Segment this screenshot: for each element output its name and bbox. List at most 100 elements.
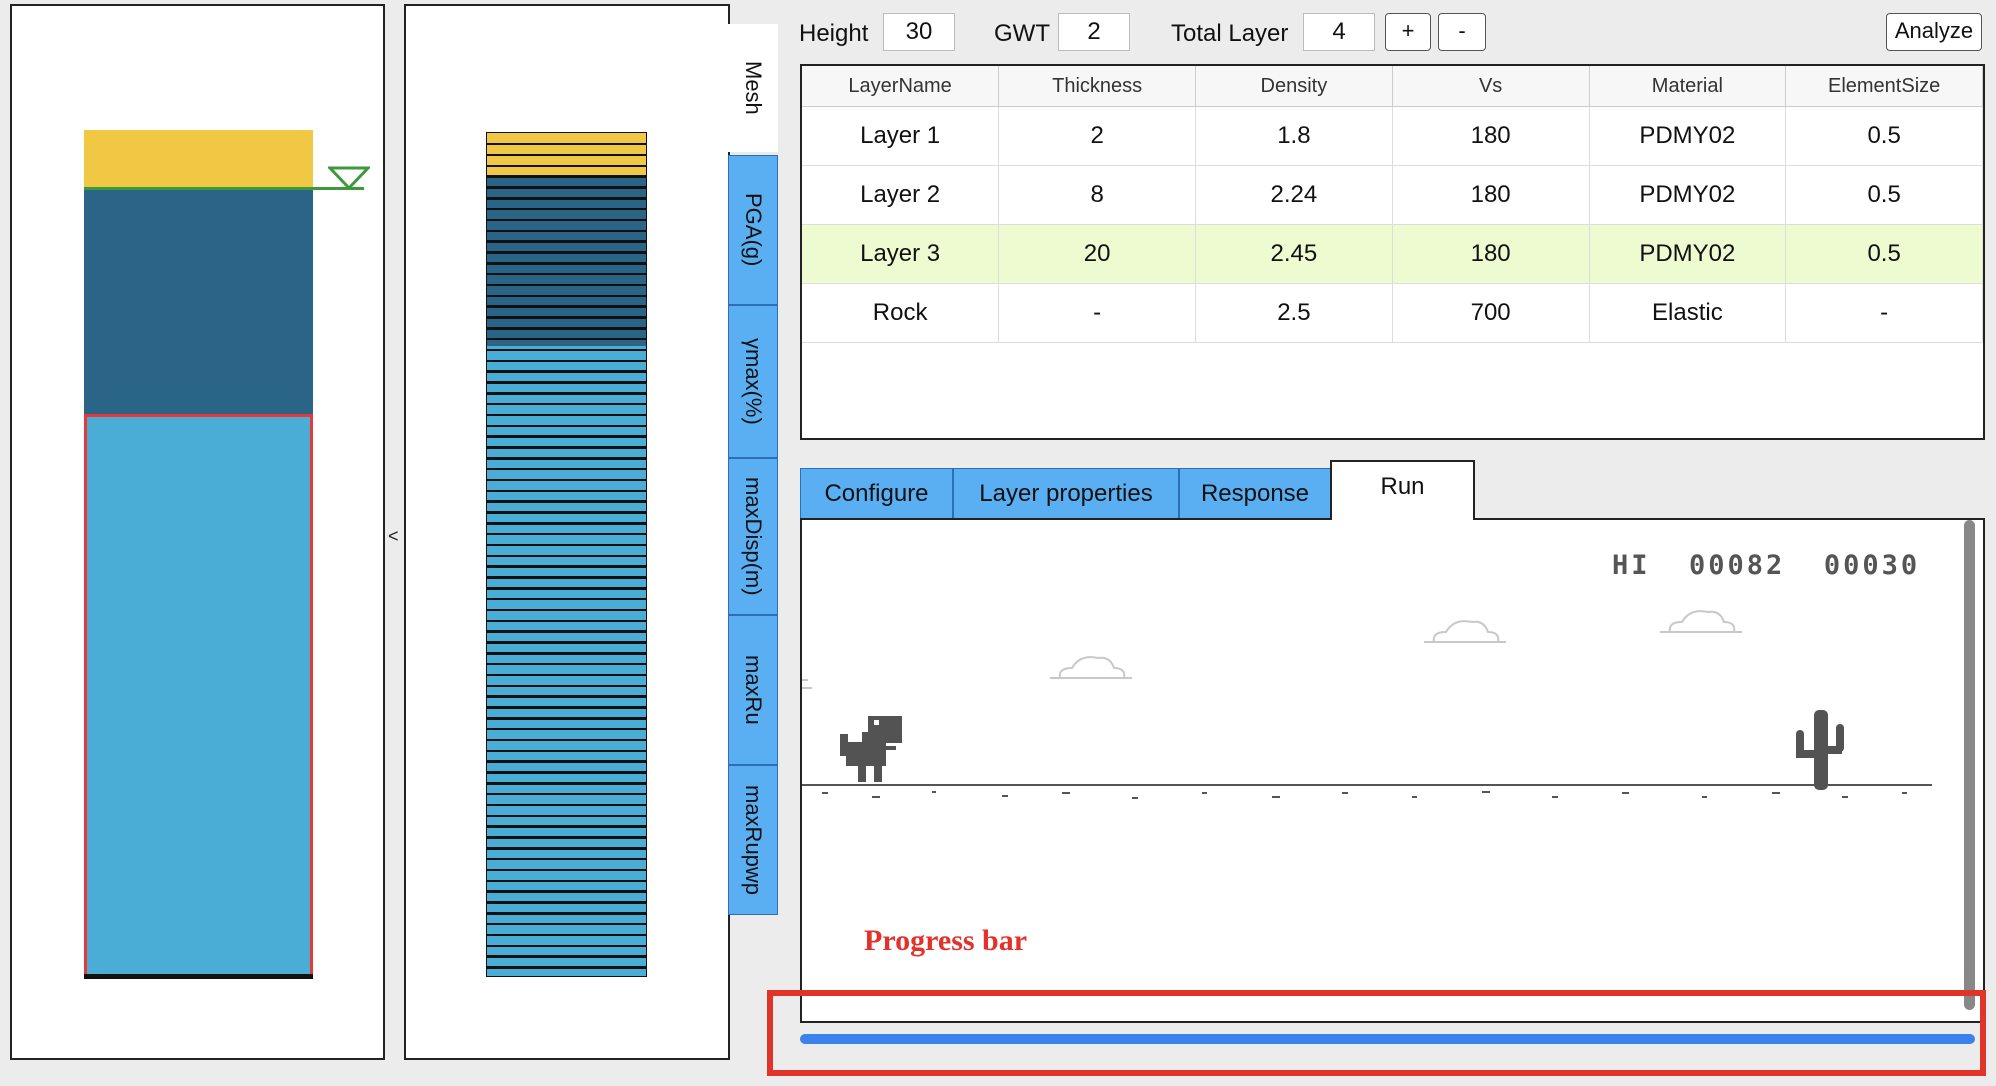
table-cell[interactable]: - [1785, 283, 1983, 343]
mesh-element-line [487, 706, 646, 709]
table-cell[interactable]: Layer 1 [802, 106, 1000, 166]
gwt-input[interactable]: 2 [1058, 13, 1130, 51]
mesh-element-line [487, 771, 646, 774]
mesh-element-line [487, 392, 646, 395]
mesh-element-line [487, 457, 646, 460]
table-row[interactable]: Rock -2.5 700 Elastic - [802, 283, 1983, 343]
mesh-element-line [487, 673, 646, 677]
column-header[interactable]: Thickness [998, 66, 1196, 107]
table-row[interactable]: Layer 1 2 1.8 180 PDMY02 0.5 [802, 106, 1983, 166]
table-cell[interactable]: 0.5 [1785, 165, 1983, 225]
table-cell[interactable]: 700 [1392, 283, 1590, 343]
mesh-element-line [487, 825, 646, 828]
tab-max-rupwp[interactable]: maxRupwp [728, 765, 778, 915]
column-header[interactable]: ElementSize [1785, 66, 1983, 107]
tab-max-disp[interactable]: maxDisp(m) [728, 458, 778, 615]
mesh-element-line [487, 511, 646, 514]
column-header[interactable]: Vs [1392, 66, 1590, 107]
mesh-element-line [487, 792, 646, 796]
mesh-element-line [487, 836, 646, 839]
table-cell[interactable]: PDMY02 [1589, 106, 1787, 166]
mesh-column [486, 132, 647, 977]
mesh-element-line [487, 966, 646, 969]
mesh-element-line [487, 435, 646, 438]
analyze-button[interactable]: Analyze [1886, 13, 1982, 51]
mesh-element-line [487, 890, 646, 893]
table-cell[interactable]: 20 [998, 224, 1196, 284]
table-row[interactable]: Layer 3 20 2.45 180 PDMY02 0.5 [802, 224, 1983, 284]
scrollbar-thumb[interactable] [1964, 520, 1975, 1010]
mesh-element-line [487, 922, 646, 926]
mesh-element-line [487, 727, 646, 731]
mesh-element-line [487, 327, 646, 330]
tab-layer-properties[interactable]: Layer properties [953, 468, 1179, 519]
add-layer-button[interactable]: + [1385, 13, 1431, 51]
mesh-element-line [487, 240, 646, 243]
table-row[interactable]: Layer 2 8 2.24 180 PDMY02 0.5 [802, 165, 1983, 225]
total-layer-input[interactable]: 4 [1303, 13, 1375, 51]
progress-annotation-box [767, 990, 1986, 1076]
tab-run[interactable]: Run [1330, 460, 1475, 520]
column-header[interactable]: LayerName [802, 66, 1000, 107]
mesh-element-line [487, 662, 646, 666]
water-table-line [84, 187, 364, 190]
gwt-label: GWT [994, 20, 1050, 47]
tab-response[interactable]: Response [1179, 468, 1331, 519]
table-cell[interactable]: PDMY02 [1589, 224, 1787, 284]
mesh-element-line [487, 576, 646, 579]
table-cell[interactable]: 180 [1392, 106, 1590, 166]
total-layer-label: Total Layer [1171, 20, 1289, 47]
soil-layer-1[interactable] [84, 130, 313, 187]
mesh-element-line [487, 857, 646, 861]
mesh-element-line [487, 814, 646, 817]
cloud-fragment-icon [802, 679, 812, 689]
mesh-element-line [487, 879, 646, 882]
table-cell[interactable]: 0.5 [1785, 224, 1983, 284]
mesh-element-line [487, 912, 646, 915]
table-cell[interactable]: 2.5 [1195, 283, 1393, 343]
table-cell[interactable]: 8 [998, 165, 1196, 225]
column-header[interactable]: Material [1589, 66, 1787, 107]
mesh-element-line [487, 197, 646, 200]
table-cell[interactable]: 180 [1392, 224, 1590, 284]
table-cell[interactable]: 2 [998, 106, 1196, 166]
tab-gamma-max[interactable]: γmax(%) [728, 305, 778, 458]
table-cell[interactable]: 180 [1392, 165, 1590, 225]
mesh-element-line [487, 229, 646, 232]
dino-icon [840, 716, 902, 782]
mesh-element-line [487, 164, 646, 167]
height-input[interactable]: 30 [883, 13, 955, 51]
mesh-element-line [487, 500, 646, 503]
remove-layer-button[interactable]: - [1438, 13, 1486, 51]
mesh-element-line [487, 402, 646, 406]
table-cell[interactable]: Layer 2 [802, 165, 1000, 225]
table-cell[interactable]: - [998, 283, 1196, 343]
soil-layer-3-selected[interactable] [84, 414, 313, 978]
mesh-element-line [487, 543, 646, 547]
mesh-element-line [487, 901, 646, 904]
tab-max-ru[interactable]: maxRu [728, 615, 778, 765]
mesh-element-line [487, 652, 646, 655]
table-cell[interactable]: 2.24 [1195, 165, 1393, 225]
height-label: Height [799, 20, 869, 47]
table-header: LayerName Thickness Density Vs Material Eleme… [802, 66, 1983, 107]
table-cell[interactable]: Rock [802, 283, 1000, 343]
cloud-icon [1050, 610, 1742, 679]
water-table-icon [328, 166, 370, 191]
table-cell[interactable]: 1.8 [1195, 106, 1393, 166]
table-cell[interactable]: Layer 3 [802, 224, 1000, 284]
mesh-element-line [487, 175, 646, 178]
mesh-element-line [487, 760, 646, 763]
tab-pga[interactable]: PGA(g) [728, 155, 778, 305]
tab-configure[interactable]: Configure [800, 468, 953, 519]
collapse-toggle[interactable]: < [388, 526, 399, 547]
table-cell[interactable]: Elastic [1589, 283, 1787, 343]
soil-layer-2[interactable] [84, 187, 313, 414]
tab-mesh[interactable]: Mesh [728, 24, 778, 152]
table-cell[interactable]: PDMY02 [1589, 165, 1787, 225]
table-cell[interactable]: 0.5 [1785, 106, 1983, 166]
mesh-element-line [487, 283, 646, 287]
column-header[interactable]: Density [1195, 66, 1393, 107]
table-cell[interactable]: 2.45 [1195, 224, 1393, 284]
mesh-element-line [487, 370, 646, 373]
